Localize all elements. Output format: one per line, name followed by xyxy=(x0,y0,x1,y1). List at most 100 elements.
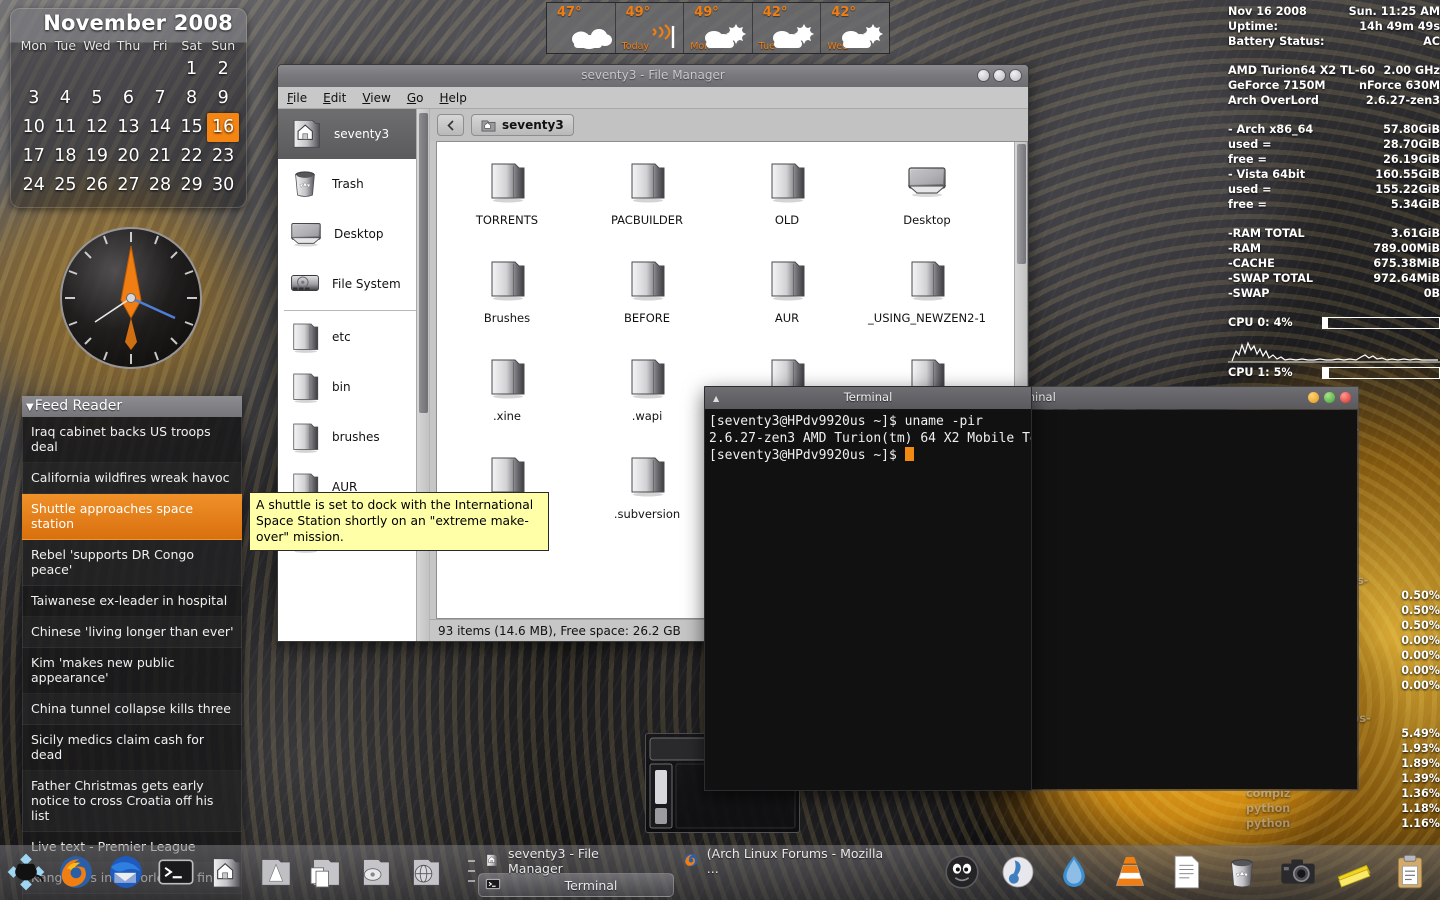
calendar-day-22[interactable]: 22 xyxy=(176,142,208,171)
menu-help[interactable]: Help xyxy=(439,91,466,105)
calendar-day-16[interactable]: 16 xyxy=(207,113,239,142)
calendar-day-7[interactable]: 7 xyxy=(144,84,176,113)
weather-widget[interactable]: 47° 49° Today 49° Mon 42° Tue 42° Wed xyxy=(546,2,890,54)
arch-folder-icon[interactable] xyxy=(252,848,300,896)
calendar-day-29[interactable]: 29 xyxy=(176,171,208,200)
waterdrop-icon[interactable] xyxy=(1050,848,1098,896)
home-folder-icon[interactable] xyxy=(202,848,250,896)
feed-item[interactable]: Rebel 'supports DR Congo peace' xyxy=(22,540,242,586)
calendar-day-12[interactable]: 12 xyxy=(81,113,113,142)
workspace-pager[interactable] xyxy=(468,856,475,886)
sidebar-item-brushes[interactable]: brushes xyxy=(278,412,429,462)
calendar-day-24[interactable]: 24 xyxy=(18,171,50,200)
task-item-active[interactable]: Terminal xyxy=(478,873,674,897)
camera-icon[interactable] xyxy=(1274,848,1322,896)
calendar-day-13[interactable]: 13 xyxy=(113,113,145,142)
xfce-mouse-icon[interactable] xyxy=(2,848,50,896)
file-item[interactable]: Brushes xyxy=(437,248,577,346)
file-manager-menubar[interactable]: File Edit View Go Help xyxy=(278,87,1028,109)
feed-item[interactable]: Shuttle approaches space station xyxy=(22,494,242,540)
weather-panel[interactable]: 42° Wed xyxy=(821,3,889,53)
calendar-day-27[interactable]: 27 xyxy=(113,171,145,200)
feed-reader-widget[interactable]: ▼Feed Reader Iraq cabinet backs US troop… xyxy=(22,396,242,900)
sidebar-item-bin[interactable]: bin xyxy=(278,362,429,412)
minimize-button[interactable] xyxy=(1308,392,1319,403)
sidebar-item-trash[interactable]: Trash xyxy=(278,159,429,209)
firefox-icon[interactable] xyxy=(52,848,100,896)
feed-item-list[interactable]: Iraq cabinet backs US troops deal Califor… xyxy=(22,417,242,900)
back-button[interactable] xyxy=(437,114,464,136)
window-controls[interactable] xyxy=(978,70,1021,81)
calendar-day-17[interactable]: 17 xyxy=(18,142,50,171)
task-item[interactable]: seventy3 - File Manager xyxy=(478,846,657,876)
calendar-day-26[interactable]: 26 xyxy=(81,171,113,200)
calendar-day-5[interactable]: 5 xyxy=(81,84,113,113)
file-manager-pathbar[interactable]: seventy3 xyxy=(430,109,1028,141)
terminal-window[interactable]: ▲ Terminal [seventy3@HPdv9920us ~]$ unam… xyxy=(704,386,1032,791)
dock-left[interactable] xyxy=(2,848,450,896)
feed-item[interactable]: Chinese 'living longer than ever' xyxy=(22,617,242,648)
sidebar-item-desktop[interactable]: Desktop xyxy=(278,209,429,259)
file-manager-titlebar[interactable]: seventy3 - File Manager xyxy=(278,65,1028,87)
feed-item[interactable]: China tunnel collapse kills three xyxy=(22,694,242,725)
analog-clock-widget[interactable] xyxy=(55,222,207,374)
thunderbird-icon[interactable] xyxy=(102,848,150,896)
calendar-day-15[interactable]: 15 xyxy=(176,113,208,142)
taskbar[interactable]: seventy3 - File Manager (Arch Linux Foru… xyxy=(0,845,1440,900)
task-list[interactable]: seventy3 - File Manager (Arch Linux Foru… xyxy=(478,846,898,897)
terminal-titlebar-front[interactable]: ▲ Terminal xyxy=(705,387,1031,409)
document-icon[interactable] xyxy=(1162,848,1210,896)
sidebar-item-seventy3[interactable]: seventy3 xyxy=(278,109,429,159)
file-item[interactable]: .subversion xyxy=(577,444,717,542)
terminal-icon[interactable] xyxy=(152,848,200,896)
sidebar-item-file-system[interactable]: File System xyxy=(278,259,429,309)
window-controls[interactable] xyxy=(1308,392,1351,403)
calendar-day-20[interactable]: 20 xyxy=(113,142,145,171)
menu-view[interactable]: View xyxy=(362,91,390,105)
feed-item[interactable]: California wildfires wreak havoc xyxy=(22,463,242,494)
file-item[interactable]: BEFORE xyxy=(577,248,717,346)
scrollbar-thumb[interactable] xyxy=(419,113,428,413)
weather-panel[interactable]: 42° Tue xyxy=(753,3,822,53)
vlc-icon[interactable] xyxy=(1106,848,1154,896)
sidebar-item-etc[interactable]: etc xyxy=(278,312,429,362)
trash-icon[interactable] xyxy=(1218,848,1266,896)
sidebar-scrollbar[interactable] xyxy=(416,109,429,641)
feed-item[interactable]: Taiwanese ex-leader in hospital xyxy=(22,586,242,617)
calendar-grid[interactable]: 1 2 3 4 5 6 7 8 9 10 11 12 13 14 15 16 17 18 19 20 21 22 23 24 2… xyxy=(10,53,247,200)
calendar-day-1[interactable]: 1 xyxy=(176,55,208,84)
menu-file[interactable]: File xyxy=(287,91,307,105)
feed-item[interactable]: Sicily medics claim cash for dead xyxy=(22,725,242,771)
feed-item[interactable]: Kim 'makes new public appearance' xyxy=(22,648,242,694)
calendar-day-18[interactable]: 18 xyxy=(50,142,82,171)
file-item[interactable]: Desktop xyxy=(857,150,997,248)
file-item[interactable]: .xine xyxy=(437,346,577,444)
network-folder-icon[interactable] xyxy=(402,848,450,896)
file-manager-sidebar[interactable]: seventy3 Trash Desktop File System etc b… xyxy=(278,109,430,641)
menu-go[interactable]: Go xyxy=(407,91,424,105)
calendar-widget[interactable]: November 2008 Mon Tue Wed Thu Fri Sat Sun 1234… xyxy=(10,8,247,208)
menu-edit[interactable]: Edit xyxy=(323,91,346,105)
clipboard-icon[interactable] xyxy=(1386,848,1434,896)
feed-item[interactable]: Iraq cabinet backs US troops deal xyxy=(22,417,242,463)
feed-item[interactable]: Father Christmas gets early notice to cr… xyxy=(22,771,242,832)
maximize-button[interactable] xyxy=(1324,392,1335,403)
maximize-button[interactable] xyxy=(994,70,1005,81)
file-item[interactable]: AUR xyxy=(717,248,857,346)
file-item[interactable]: TORRENTS xyxy=(437,150,577,248)
weather-panel[interactable]: 49° Mon xyxy=(684,3,753,53)
banshee-icon[interactable] xyxy=(994,848,1042,896)
calendar-day-30[interactable]: 30 xyxy=(207,171,239,200)
task-row-top[interactable]: seventy3 - File Manager (Arch Linux Foru… xyxy=(478,846,898,876)
calendar-day-2[interactable]: 2 xyxy=(207,55,239,84)
calendar-day-19[interactable]: 19 xyxy=(81,142,113,171)
calendar-day-25[interactable]: 25 xyxy=(50,171,82,200)
close-button[interactable] xyxy=(1340,392,1351,403)
file-item[interactable]: PACBUILDER xyxy=(577,150,717,248)
minimize-button[interactable] xyxy=(978,70,989,81)
file-item[interactable]: .wapi xyxy=(577,346,717,444)
task-item[interactable]: (Arch Linux Forums - Mozilla ... xyxy=(677,846,898,876)
weather-panel[interactable]: 47° xyxy=(547,3,616,53)
calendar-day-8[interactable]: 8 xyxy=(176,84,208,113)
calendar-day-10[interactable]: 10 xyxy=(18,113,50,142)
